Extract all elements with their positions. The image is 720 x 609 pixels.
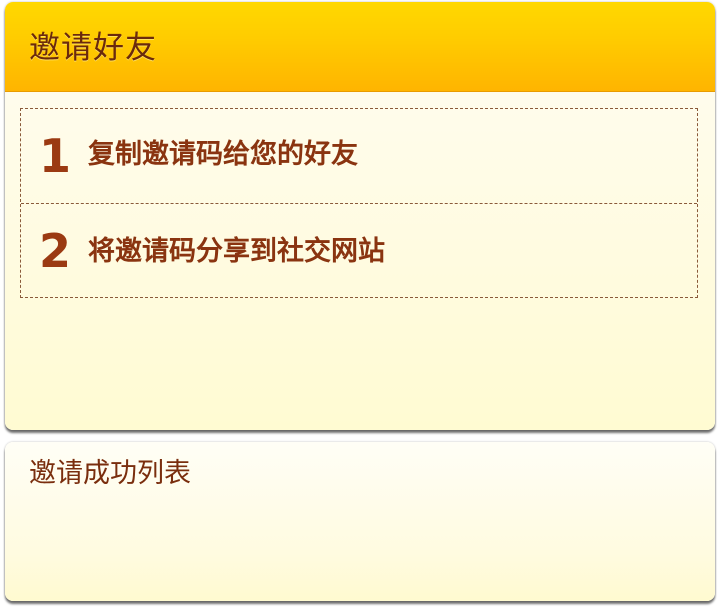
success-list-title: 邀请成功列表 bbox=[29, 458, 191, 489]
step-share-code: 2 将邀请码分享到社交网站 bbox=[21, 203, 697, 297]
step-text: 将邀请码分享到社交网站 bbox=[88, 236, 385, 267]
invite-header: 邀请好友 bbox=[5, 2, 715, 92]
step-number: 1 bbox=[39, 129, 72, 183]
step-copy-code: 1 复制邀请码给您的好友 bbox=[21, 109, 697, 203]
invite-friends-page: 邀请好友 1 复制邀请码给您的好友 2 将邀请码分享到社交网站 邀请成功列表 bbox=[0, 0, 720, 609]
invite-panel: 邀请好友 1 复制邀请码给您的好友 2 将邀请码分享到社交网站 bbox=[5, 2, 715, 430]
step-text: 复制邀请码给您的好友 bbox=[88, 139, 358, 170]
success-list-panel: 邀请成功列表 bbox=[5, 442, 715, 601]
step-number: 2 bbox=[39, 224, 72, 278]
invite-title: 邀请好友 bbox=[29, 30, 157, 66]
invite-steps: 1 复制邀请码给您的好友 2 将邀请码分享到社交网站 bbox=[20, 108, 698, 298]
